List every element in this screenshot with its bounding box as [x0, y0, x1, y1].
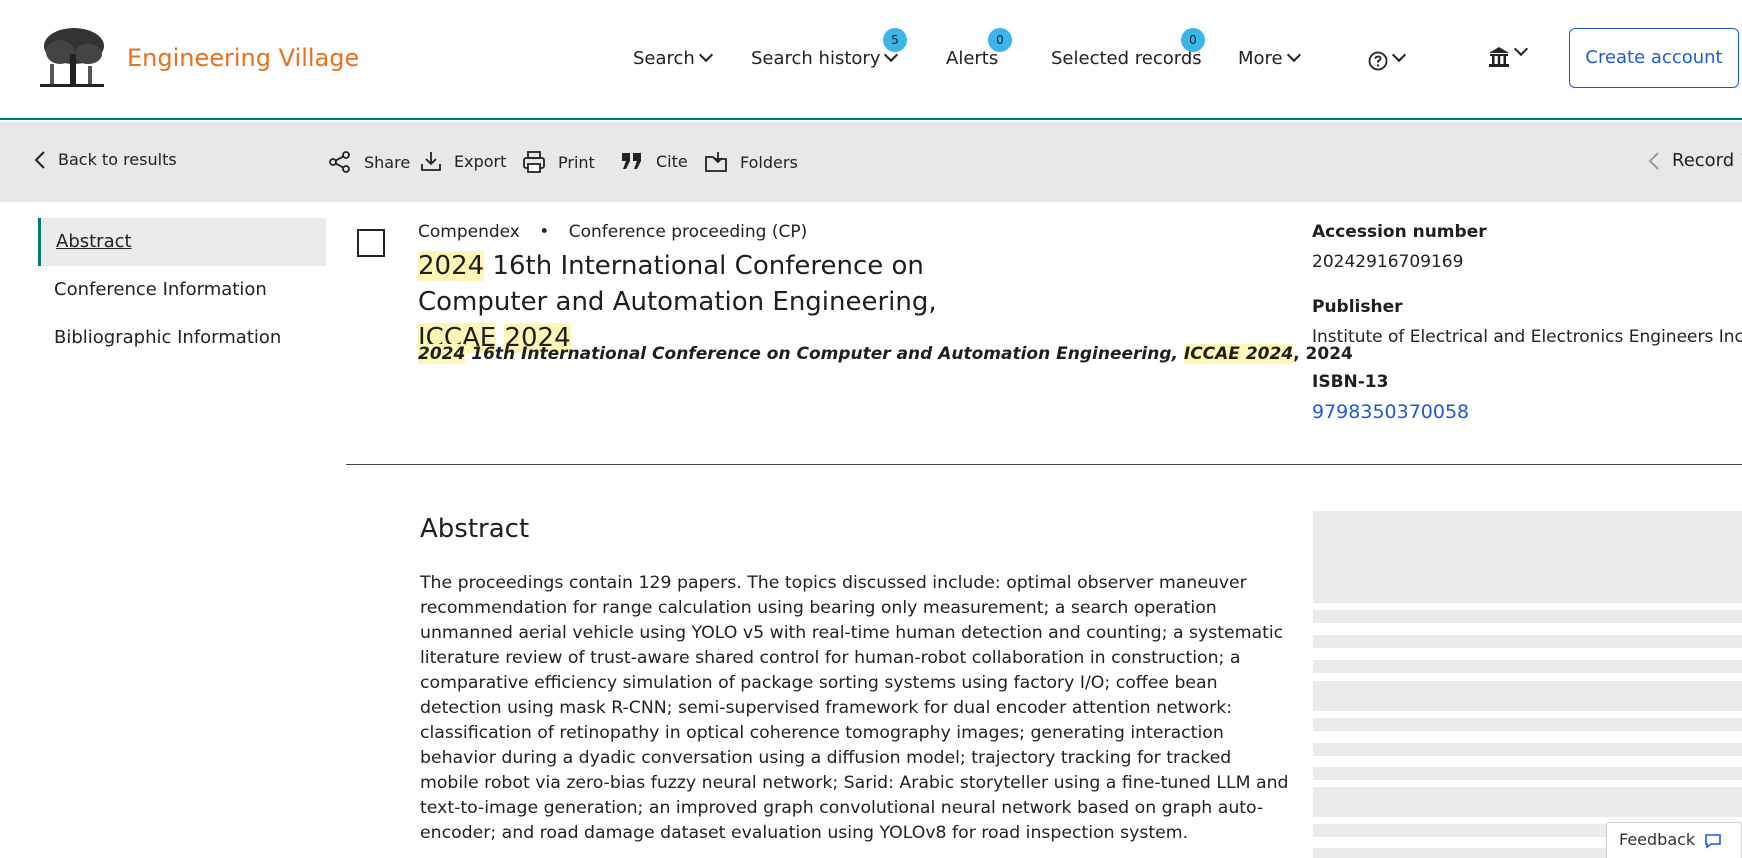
chevron-left-icon	[1648, 151, 1659, 170]
title-highlight: 2024	[418, 251, 485, 281]
loading-placeholder	[1313, 635, 1742, 648]
section-divider	[346, 464, 1742, 465]
publisher-value: Institute of Electrical and Electronics …	[1312, 327, 1742, 347]
nav-selected-records[interactable]: Selected records	[1051, 48, 1202, 69]
feedback-label: Feedback	[1619, 830, 1696, 849]
nav-alerts-label: Alerts	[946, 48, 999, 69]
isbn-link[interactable]: 9798350370058	[1312, 401, 1469, 423]
accession-number-label: Accession number	[1312, 222, 1487, 242]
export-button[interactable]: Export	[420, 150, 506, 172]
loading-placeholder	[1313, 718, 1742, 731]
chat-bubble-icon	[1705, 833, 1722, 849]
nav-alerts[interactable]: Alerts	[946, 48, 998, 69]
elsevier-tree-logo[interactable]	[36, 26, 108, 90]
select-record-checkbox[interactable]	[357, 229, 385, 257]
print-button[interactable]: Print	[522, 150, 595, 174]
nav-search-history[interactable]: Search history	[751, 47, 899, 69]
nav-more-label: More	[1238, 48, 1283, 69]
folders-label: Folders	[740, 152, 798, 172]
create-account-button[interactable]: Create account	[1569, 28, 1739, 88]
help-icon	[1368, 51, 1388, 71]
source-highlight: ICCAE	[1183, 344, 1240, 364]
print-label: Print	[558, 152, 595, 172]
nav-search-history-label: Search history	[751, 48, 881, 69]
accession-number-value: 20242916709169	[1312, 252, 1464, 272]
nav-search-label: Search	[633, 48, 695, 69]
institution-menu[interactable]	[1488, 41, 1529, 68]
title-text: 16th International Conference on Compute…	[418, 251, 937, 317]
chevron-down-icon	[1513, 41, 1529, 57]
loading-placeholder	[1313, 511, 1742, 603]
back-to-results-link[interactable]: Back to results	[34, 150, 177, 169]
selected-records-count-badge: 0	[1181, 28, 1205, 52]
section-nav-abstract[interactable]: Abstract	[38, 218, 326, 266]
feedback-button[interactable]: Feedback	[1606, 822, 1742, 858]
export-icon	[421, 152, 441, 171]
source-year: , 2024	[1293, 344, 1353, 364]
folder-icon	[705, 152, 727, 172]
nav-search[interactable]: Search	[633, 47, 713, 69]
chevron-left-icon	[34, 150, 45, 169]
section-nav-bibliographic-information[interactable]: Bibliographic Information	[38, 314, 326, 362]
loading-placeholder	[1313, 681, 1742, 711]
loading-placeholder	[1313, 660, 1742, 673]
help-menu[interactable]	[1368, 47, 1407, 71]
record-title: 2024 16th International Conference on Co…	[418, 248, 1018, 356]
source-highlight: 2024	[1245, 344, 1294, 364]
cite-label: Cite	[656, 151, 688, 171]
chevron-down-icon	[1391, 47, 1407, 63]
search-history-count-badge: 5	[883, 28, 907, 52]
loading-placeholder	[1313, 743, 1742, 756]
record-toolbar: Back to results Share Export Print Cite	[0, 122, 1742, 202]
source-text: 16th International Conference on Compute…	[465, 344, 1184, 364]
alerts-count-badge: 0	[988, 28, 1012, 52]
chevron-down-icon	[1286, 47, 1301, 63]
folders-button[interactable]: Folders	[704, 150, 798, 174]
record-navigation[interactable]: Record 1	[1648, 150, 1742, 171]
record-section-nav: Abstract Conference Information Bibliogr…	[38, 218, 326, 362]
share-icon	[329, 151, 350, 173]
abstract-text: The proceedings contain 129 papers. The …	[420, 573, 1289, 843]
cite-button[interactable]: Cite	[620, 150, 688, 172]
record-counter: Record 1	[1672, 150, 1742, 171]
loading-placeholder	[1313, 787, 1742, 817]
share-label: Share	[364, 152, 411, 172]
nav-selected-records-label: Selected records	[1051, 48, 1202, 69]
bullet-separator: •	[539, 222, 550, 242]
loading-placeholder	[1313, 767, 1742, 780]
institution-icon	[1489, 47, 1509, 67]
document-type: Conference proceeding (CP)	[568, 222, 808, 242]
source-space	[1239, 344, 1246, 364]
chevron-down-icon	[698, 47, 713, 63]
database-name: Compendex	[418, 222, 520, 242]
brand-name[interactable]: Engineering Village	[127, 44, 359, 72]
share-button[interactable]: Share	[328, 150, 410, 174]
export-label: Export	[454, 151, 507, 171]
record-source: 2024 16th International Conference on Co…	[418, 344, 1353, 364]
print-icon	[523, 151, 545, 173]
section-nav-conference-information[interactable]: Conference Information	[38, 266, 326, 314]
record-meta: Compendex • Conference proceeding (CP)	[418, 222, 807, 242]
publisher-label: Publisher	[1312, 297, 1403, 317]
back-to-results-label: Back to results	[58, 150, 177, 169]
quote-icon	[622, 153, 641, 169]
top-header: Engineering Village Search Search histor…	[0, 0, 1742, 120]
isbn-label: ISBN-13	[1312, 372, 1389, 392]
abstract-heading: Abstract	[420, 514, 530, 544]
loading-placeholder	[1313, 610, 1742, 623]
nav-more[interactable]: More	[1238, 47, 1301, 69]
source-highlight: 2024	[418, 344, 466, 364]
